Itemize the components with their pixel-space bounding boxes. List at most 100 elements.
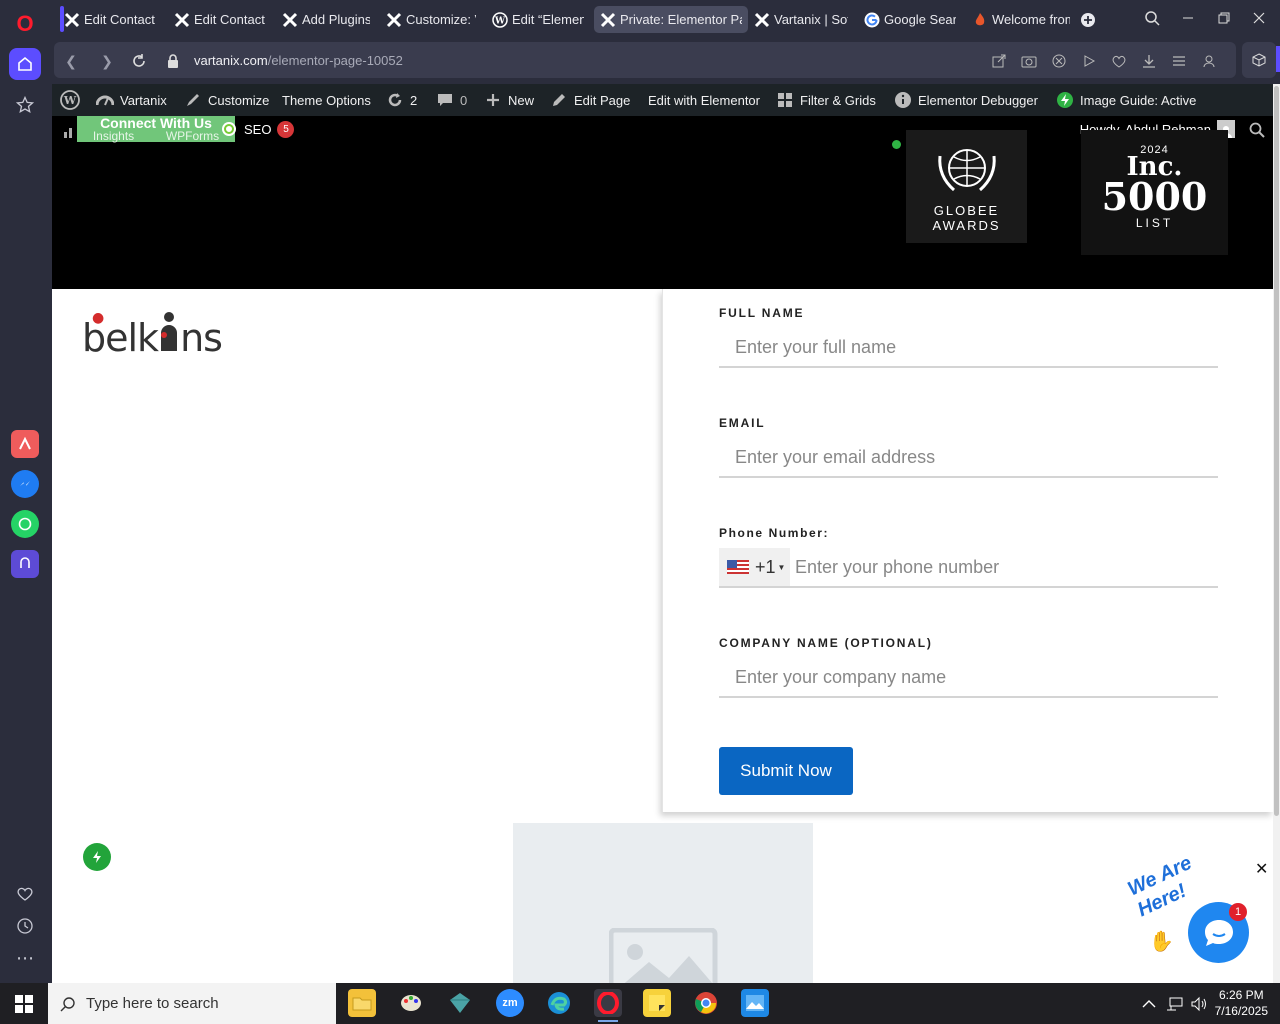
- customize-link[interactable]: Customize: [184, 84, 269, 116]
- wp-logo-menu[interactable]: W: [60, 84, 80, 116]
- messenger-icon[interactable]: [11, 470, 39, 498]
- reload-button[interactable]: [130, 52, 148, 70]
- image-guide-flash-icon[interactable]: [83, 843, 111, 871]
- browser-tab[interactable]: Edit Contact F: [168, 6, 272, 33]
- ad-block-icon[interactable]: [1050, 52, 1068, 70]
- image-guide-menu[interactable]: Image Guide: Active: [1056, 84, 1196, 116]
- logo-text-end: ns: [180, 316, 223, 360]
- chrome-browser-icon[interactable]: [692, 989, 720, 1017]
- aria-app-icon[interactable]: [11, 430, 39, 458]
- filter-grids-menu[interactable]: Filter & Grids: [776, 84, 876, 116]
- gem-app-icon[interactable]: [446, 989, 474, 1017]
- comments-link[interactable]: 0: [436, 84, 467, 116]
- snapshot-camera-icon[interactable]: [1020, 52, 1038, 70]
- bookmark-heart-icon[interactable]: [1110, 52, 1128, 70]
- forward-button[interactable]: ❯: [98, 52, 116, 70]
- globee-line1: GLOBEE: [933, 203, 1000, 218]
- browser-tab[interactable]: Customize: Va: [380, 6, 482, 33]
- opera-browser-icon[interactable]: [594, 989, 622, 1022]
- paint-palette-icon[interactable]: [397, 989, 425, 1017]
- elementor-x-icon: [174, 12, 190, 28]
- whatsapp-icon[interactable]: [11, 510, 39, 538]
- browser-sidebar: O ⋯: [0, 0, 50, 983]
- close-window-button[interactable]: [1249, 8, 1269, 28]
- file-explorer-icon[interactable]: [348, 989, 376, 1017]
- comments-count: 0: [460, 92, 468, 108]
- theme-options-link[interactable]: Theme Options: [282, 84, 371, 116]
- edit-page-link[interactable]: Edit Page: [550, 84, 630, 116]
- updates-link[interactable]: 2: [386, 84, 417, 116]
- chat-close-icon[interactable]: ✕: [1255, 859, 1268, 879]
- tab-search-icon[interactable]: [1142, 8, 1162, 28]
- sticky-notes-icon[interactable]: [643, 989, 671, 1017]
- system-clock[interactable]: 6:26 PM 7/16/2025: [1215, 987, 1268, 1019]
- extensions-cube-icon[interactable]: [1242, 42, 1276, 78]
- downloads-icon[interactable]: [1140, 52, 1158, 70]
- page-scrollbar[interactable]: [1273, 84, 1280, 983]
- logo-figure-icon: [158, 312, 180, 355]
- inc-number: 5000: [1101, 174, 1208, 219]
- full-name-input[interactable]: [719, 328, 1218, 368]
- new-content-menu[interactable]: New: [484, 84, 534, 116]
- share-page-icon[interactable]: [990, 52, 1008, 70]
- browser-tab[interactable]: Welcome from: [966, 6, 1076, 33]
- url-text[interactable]: vartanix.com/elementor-page-10052: [194, 53, 403, 68]
- tray-overflow-chevron-icon[interactable]: [1142, 983, 1156, 1024]
- insights-link[interactable]: Insights: [93, 130, 134, 143]
- edge-browser-icon[interactable]: [545, 989, 573, 1017]
- globe-laurel-icon: [937, 149, 996, 192]
- wp-admin-bar: W Vartanix Customize Theme Options 2 0 N…: [52, 84, 1273, 116]
- lock-icon[interactable]: [164, 52, 182, 70]
- phone-input[interactable]: [790, 548, 1218, 586]
- more-options-icon[interactable]: ⋯: [9, 942, 41, 974]
- wpforms-link[interactable]: WPForms: [166, 130, 219, 143]
- taskbar-search-box[interactable]: Type here to search: [48, 983, 336, 1024]
- volume-icon[interactable]: [1190, 983, 1208, 1024]
- company-input[interactable]: [719, 658, 1218, 698]
- profile-icon[interactable]: [1200, 52, 1218, 70]
- heart-icon[interactable]: [9, 878, 41, 910]
- home-icon[interactable]: [9, 48, 41, 80]
- elementor-debugger-menu[interactable]: Elementor Debugger: [894, 84, 1038, 116]
- browser-tab[interactable]: Google Search: [858, 6, 962, 33]
- scrollbar-thumb[interactable]: [1274, 86, 1279, 816]
- restore-window-button[interactable]: [1214, 8, 1234, 28]
- opera-logo-icon[interactable]: O: [9, 8, 41, 40]
- zoom-icon[interactable]: zm: [496, 989, 524, 1017]
- tab-label: Vartanix | Softw: [774, 12, 848, 27]
- browser-tab[interactable]: Edit Contact F: [58, 6, 164, 33]
- address-bar[interactable]: ❮ ❯ vartanix.com/elementor-page-10052: [54, 42, 1236, 78]
- browser-tab[interactable]: Vartanix | Softw: [748, 6, 854, 33]
- country-code-selector[interactable]: +1 ▼: [719, 548, 790, 586]
- photos-app-icon[interactable]: [741, 989, 769, 1017]
- stats-bars-icon[interactable]: [64, 125, 76, 143]
- submit-button[interactable]: Submit Now: [719, 747, 853, 795]
- tab-label: Private: Elementor Page: [620, 12, 742, 27]
- browser-tab[interactable]: Private: Elementor Page: [594, 6, 748, 33]
- history-clock-icon[interactable]: [9, 910, 41, 942]
- belkins-logo[interactable]: belk ns ●: [82, 310, 223, 360]
- tab-label: Customize: Va: [406, 12, 476, 27]
- admin-search-icon[interactable]: [1249, 122, 1265, 143]
- player-play-icon[interactable]: [1080, 52, 1098, 70]
- seo-menu[interactable]: SEO 5: [220, 120, 295, 138]
- minimize-window-button[interactable]: [1178, 8, 1198, 28]
- speed-dial-star-icon[interactable]: [9, 89, 41, 121]
- connect-with-us-banner[interactable]: Connect With Us Insights WPForms: [77, 116, 235, 143]
- email-input[interactable]: [719, 438, 1218, 478]
- header-hero: Connect With Us Insights WPForms SEO 5 H…: [52, 116, 1273, 289]
- browser-tab[interactable]: Add Plugins ‹: [276, 6, 376, 33]
- back-button[interactable]: ❮: [62, 52, 80, 70]
- new-tab-button[interactable]: [1080, 6, 1100, 33]
- easy-setup-menu-icon[interactable]: [1170, 52, 1188, 70]
- start-button[interactable]: [0, 983, 48, 1024]
- globee-line2: AWARDS: [932, 218, 1001, 233]
- plus-icon: [484, 91, 502, 109]
- edit-with-elementor-link[interactable]: Edit with Elementor: [648, 84, 760, 116]
- browser-tab[interactable]: W Edit “Elemento: [486, 6, 590, 33]
- network-icon[interactable]: [1166, 983, 1184, 1024]
- waving-hand-icon: ✋: [1149, 931, 1174, 953]
- music-player-icon[interactable]: [11, 550, 39, 578]
- seo-label: SEO: [244, 121, 272, 137]
- site-name-menu[interactable]: Vartanix: [96, 84, 167, 116]
